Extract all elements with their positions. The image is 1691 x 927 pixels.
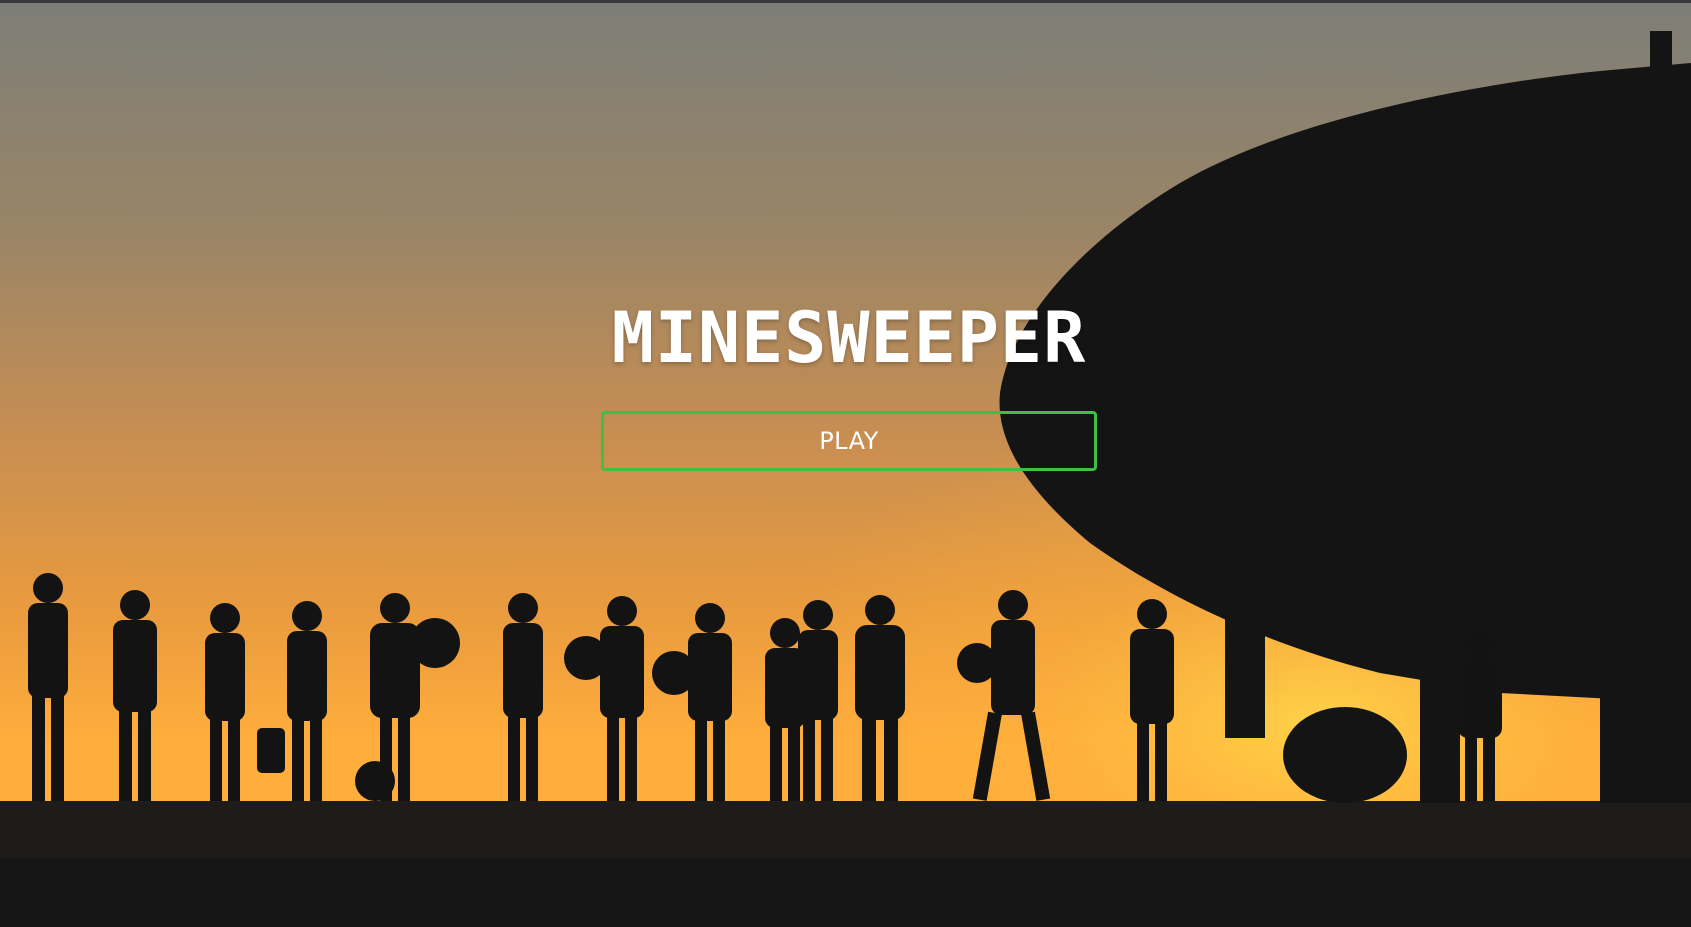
menu-screen: MINESWEEPER PLAY bbox=[0, 0, 1691, 927]
main-menu: MINESWEEPER PLAY bbox=[600, 303, 1098, 471]
play-button[interactable]: PLAY bbox=[601, 411, 1097, 471]
game-title: MINESWEEPER bbox=[611, 297, 1087, 379]
